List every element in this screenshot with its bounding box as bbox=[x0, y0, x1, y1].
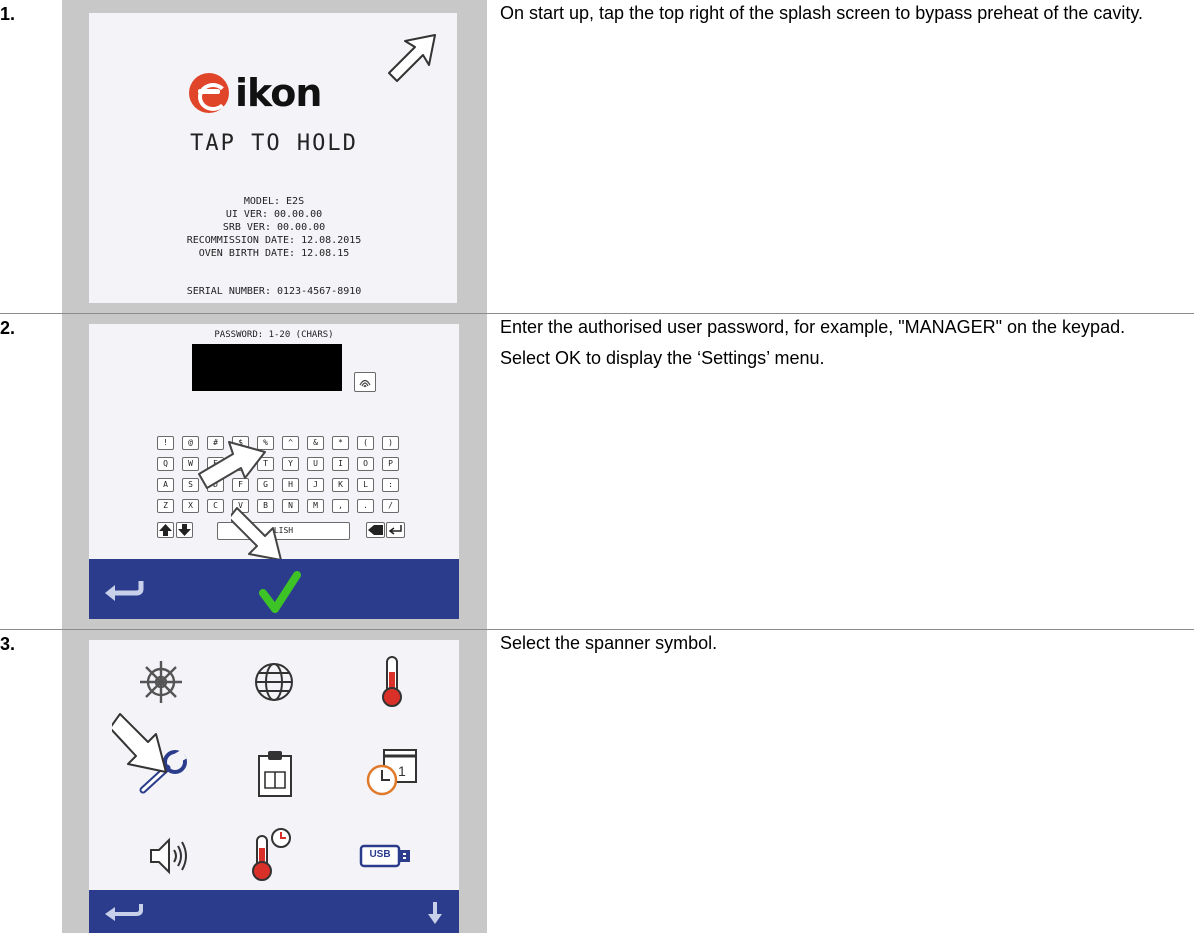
enter-key[interactable] bbox=[386, 522, 405, 538]
splash-screen: eikon ikon TAP TO HOLD MODEL: E2S UI VER… bbox=[89, 13, 457, 303]
keypad-key[interactable]: X bbox=[182, 499, 199, 513]
screenshot-frame: 1 USB bbox=[62, 630, 487, 933]
step-instructions: Select the spanner symbol. bbox=[500, 633, 718, 653]
keypad-key[interactable]: ! bbox=[157, 436, 174, 450]
step-number: 3. bbox=[0, 634, 16, 654]
keypad-key[interactable]: * bbox=[332, 436, 349, 450]
keypad-key[interactable]: Y bbox=[282, 457, 299, 471]
arrow-down-icon bbox=[178, 524, 191, 536]
ok-check-icon[interactable] bbox=[259, 569, 301, 615]
shift-up-key[interactable] bbox=[157, 522, 174, 538]
arrow-up-right-icon bbox=[388, 34, 436, 82]
tap-to-hold-label[interactable]: TAP TO HOLD bbox=[89, 131, 457, 156]
arrow-pointer-icon bbox=[231, 507, 282, 561]
keypad-key[interactable]: . bbox=[357, 499, 374, 513]
keypad-key[interactable]: J bbox=[307, 478, 324, 492]
keypad-key[interactable]: L bbox=[357, 478, 374, 492]
thermometer-icon[interactable] bbox=[379, 654, 405, 708]
shift-down-key[interactable] bbox=[176, 522, 193, 538]
clipboard-book-icon[interactable] bbox=[255, 748, 295, 798]
oven-info: MODEL: E2S UI VER: 00.00.00 SRB VER: 00.… bbox=[186, 196, 362, 259]
keypad-key[interactable]: U bbox=[307, 457, 324, 471]
keypad-key[interactable]: I bbox=[332, 457, 349, 471]
password-field[interactable] bbox=[192, 344, 342, 391]
screenshot-frame: PASSWORD: 1-20 (CHARS) !@#$%^&*()QWERTYU… bbox=[62, 314, 487, 629]
keypad-key[interactable]: / bbox=[382, 499, 399, 513]
arrow-pointer-icon bbox=[198, 441, 266, 489]
keypad-key[interactable]: C bbox=[207, 499, 224, 513]
back-icon[interactable] bbox=[103, 900, 145, 924]
keypad-key[interactable]: Q bbox=[157, 457, 174, 471]
keypad-key[interactable]: ^ bbox=[282, 436, 299, 450]
globe-icon[interactable] bbox=[252, 660, 296, 704]
fingerprint-icon bbox=[359, 379, 371, 388]
speaker-icon[interactable] bbox=[147, 836, 191, 876]
back-icon[interactable] bbox=[103, 575, 145, 601]
step-instructions: On start up, tap the top right of the sp… bbox=[500, 3, 1144, 23]
step-number: 1. bbox=[0, 4, 16, 24]
ships-wheel-icon[interactable] bbox=[137, 658, 185, 706]
step-3: 3. 1 USB Select the spanner symbol. bbox=[0, 630, 1194, 933]
scroll-down-icon[interactable] bbox=[427, 900, 443, 926]
step-2: 2. PASSWORD: 1-20 (CHARS) !@#$%^&*()QWER… bbox=[0, 314, 1194, 629]
backspace-icon bbox=[368, 525, 383, 535]
keypad-key[interactable]: H bbox=[282, 478, 299, 492]
bottom-bar bbox=[89, 559, 459, 619]
keypad-key[interactable]: O bbox=[357, 457, 374, 471]
fingerprint-button[interactable] bbox=[354, 372, 376, 392]
keypad-key[interactable]: K bbox=[332, 478, 349, 492]
thermometer-clock-icon[interactable] bbox=[251, 826, 295, 882]
screenshot-frame: eikon ikon TAP TO HOLD MODEL: E2S UI VER… bbox=[62, 0, 487, 313]
keypad-key[interactable]: A bbox=[157, 478, 174, 492]
step-instructions: Enter the authorised user password, for … bbox=[500, 317, 1126, 368]
svg-text:1: 1 bbox=[398, 763, 406, 779]
arrow-pointer-icon bbox=[112, 713, 167, 773]
password-label: PASSWORD: 1-20 (CHARS) bbox=[214, 330, 334, 340]
bottom-bar bbox=[89, 890, 459, 933]
serial-number: SERIAL NUMBER: 0123-4567-8910 bbox=[186, 286, 362, 297]
keypad-key[interactable]: : bbox=[382, 478, 399, 492]
keypad-key[interactable]: Z bbox=[157, 499, 174, 513]
usb-label: USB bbox=[369, 849, 391, 860]
backspace-key[interactable] bbox=[366, 522, 385, 538]
usb-icon[interactable]: USB bbox=[359, 844, 413, 868]
step-1: 1. eikon ikon TAP TO HOLD MODEL: E2S UI … bbox=[0, 0, 1194, 313]
keypad-key[interactable]: & bbox=[307, 436, 324, 450]
step-number: 2. bbox=[0, 318, 16, 338]
keypad-key[interactable]: P bbox=[382, 457, 399, 471]
keypad-key[interactable]: ( bbox=[357, 436, 374, 450]
keypad-key[interactable]: ) bbox=[382, 436, 399, 450]
arrow-up-icon bbox=[159, 524, 172, 536]
settings-menu-screen: 1 USB bbox=[89, 640, 459, 933]
eikon-logo: eikon ikon bbox=[189, 71, 322, 115]
keypad-key[interactable]: M bbox=[307, 499, 324, 513]
keypad-key[interactable]: , bbox=[332, 499, 349, 513]
enter-icon bbox=[388, 525, 402, 535]
clock-calendar-icon[interactable]: 1 bbox=[364, 746, 420, 798]
password-screen: PASSWORD: 1-20 (CHARS) !@#$%^&*()QWERTYU… bbox=[89, 324, 459, 619]
